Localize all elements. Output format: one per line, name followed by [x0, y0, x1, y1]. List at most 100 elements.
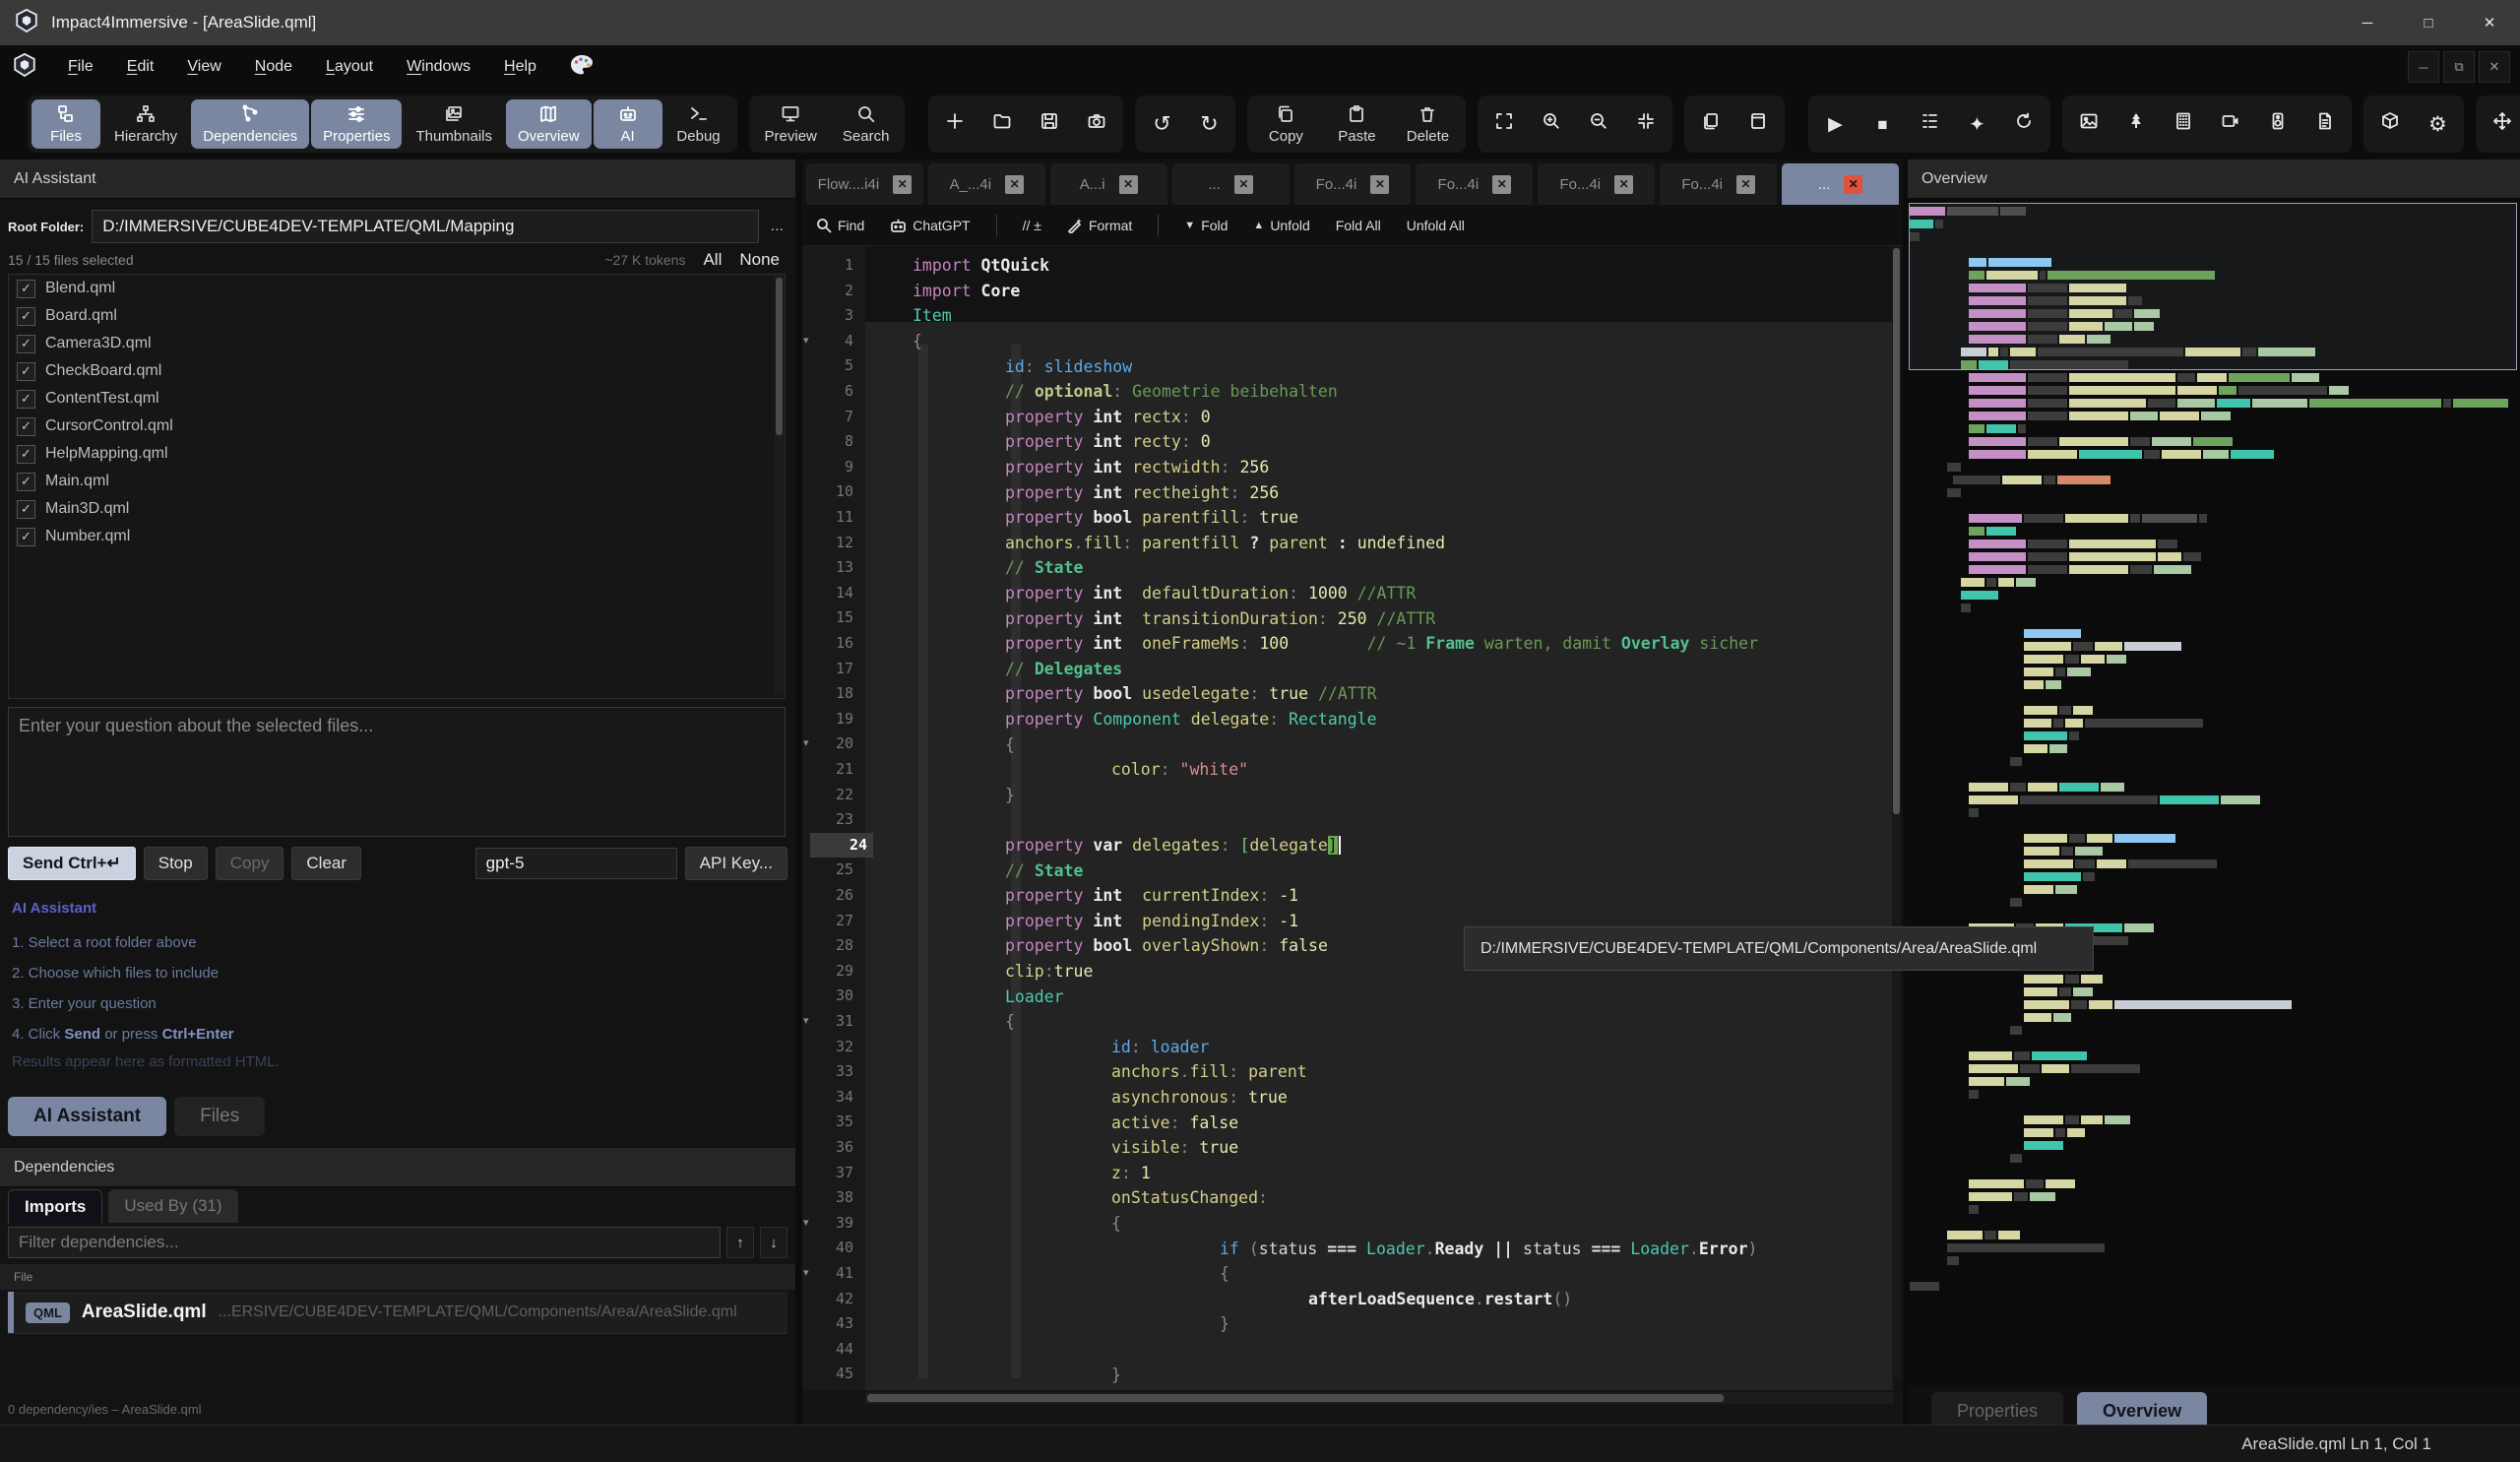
toggle-thumbnails[interactable]: Thumbnails: [404, 99, 504, 149]
browse-folder-button[interactable]: ...: [767, 218, 788, 235]
file-checkbox[interactable]: ✓: [17, 335, 35, 353]
preview-button[interactable]: Preview: [753, 99, 829, 149]
code-area[interactable]: 1234▾567891011121314151617181920▾2122232…: [802, 246, 1903, 1390]
select-none-link[interactable]: None: [739, 250, 780, 270]
file-checkbox[interactable]: ✓: [17, 417, 35, 436]
maximize-icon[interactable]: □: [2398, 0, 2459, 45]
menu-layout[interactable]: Layout: [309, 58, 390, 76]
chatgpt-button[interactable]: ChatGPT: [890, 218, 970, 233]
fold-all-button[interactable]: Fold All: [1336, 218, 1381, 233]
folder-button[interactable]: [979, 99, 1025, 149]
mdi-close-icon[interactable]: ✕: [2479, 51, 2510, 83]
find-button[interactable]: Find: [816, 218, 864, 233]
file-checkbox[interactable]: ✓: [17, 445, 35, 464]
toggle-comment-button[interactable]: // ±: [1023, 218, 1041, 233]
unfold-button[interactable]: ▲Unfold: [1253, 218, 1309, 233]
tab-used-by-31-[interactable]: Used By (31): [108, 1189, 237, 1223]
outline-button[interactable]: [1907, 99, 1952, 149]
editor-tab[interactable]: A...i✕: [1050, 163, 1167, 205]
editor-tab[interactable]: ...✕: [1172, 163, 1290, 205]
file-list-item[interactable]: ✓CheckBoard.qml: [9, 357, 785, 385]
editor-tab[interactable]: Fo...4i✕: [1660, 163, 1777, 205]
file-checkbox[interactable]: ✓: [17, 528, 35, 546]
menu-view[interactable]: View: [170, 58, 237, 76]
collapse-button[interactable]: [1623, 99, 1669, 149]
stop-button[interactable]: ■: [1859, 99, 1905, 149]
copy-button[interactable]: Copy: [1251, 99, 1320, 149]
root-folder-input[interactable]: D:/IMMERSIVE/CUBE4DEV-TEMPLATE/QML/Mappi…: [92, 210, 758, 243]
gear-button[interactable]: ⚙: [2415, 99, 2460, 149]
file-checkbox[interactable]: ✓: [17, 362, 35, 381]
file-list-item[interactable]: ✓Main.qml: [9, 468, 785, 495]
tab-close-icon[interactable]: ✕: [1844, 175, 1862, 194]
send-button[interactable]: Send Ctrl+↵: [8, 847, 136, 880]
editor-tab[interactable]: Fo...4i✕: [1538, 163, 1655, 205]
video-button[interactable]: [2208, 99, 2253, 149]
minimize-icon[interactable]: ─: [2337, 0, 2398, 45]
toggle-debug[interactable]: Debug: [664, 99, 733, 149]
paste-button[interactable]: Paste: [1322, 99, 1391, 149]
clear-button[interactable]: Clear: [291, 847, 361, 880]
save-button[interactable]: [1027, 99, 1072, 149]
file-list-item[interactable]: ✓Main3D.qml: [9, 495, 785, 523]
api-key-button[interactable]: API Key...: [685, 847, 788, 880]
palette-icon[interactable]: [553, 54, 610, 81]
editor-tab[interactable]: ...✕: [1782, 163, 1899, 205]
close-icon[interactable]: ✕: [2459, 0, 2520, 45]
tab-close-icon[interactable]: ✕: [1492, 175, 1511, 194]
format-button[interactable]: Format: [1067, 218, 1132, 233]
toggle-ai[interactable]: AI: [594, 99, 662, 149]
menu-help[interactable]: Help: [487, 58, 553, 76]
image-button[interactable]: [2066, 99, 2111, 149]
file-list-item[interactable]: ✓Blend.qml: [9, 275, 785, 302]
mdi-minimize-icon[interactable]: ─: [2408, 51, 2439, 83]
pine-button[interactable]: [2113, 99, 2159, 149]
fold-arrow-icon[interactable]: ▾: [803, 329, 809, 354]
toggle-dependencies[interactable]: Dependencies: [191, 99, 309, 149]
file-list-item[interactable]: ✓ContentTest.qml: [9, 385, 785, 413]
plus-button[interactable]: [932, 99, 977, 149]
select-all-link[interactable]: All: [703, 250, 722, 270]
model-input[interactable]: gpt-5: [475, 848, 677, 879]
question-textarea[interactable]: Enter your question about the selected f…: [8, 707, 786, 837]
tab-close-icon[interactable]: ✕: [1370, 175, 1389, 194]
filter-dependencies-input[interactable]: Filter dependencies...: [8, 1227, 721, 1258]
sort-descending-icon[interactable]: ↓: [760, 1227, 788, 1258]
fold-arrow-icon[interactable]: ▾: [803, 1211, 809, 1237]
file-list-item[interactable]: ✓CursorControl.qml: [9, 413, 785, 440]
speaker-button[interactable]: [2255, 99, 2300, 149]
zoom-out-button[interactable]: [1576, 99, 1621, 149]
cube-button[interactable]: [2367, 99, 2413, 149]
camera-button[interactable]: [1074, 99, 1119, 149]
editor-horizontal-scrollbar[interactable]: [865, 1392, 1893, 1404]
editor-tab[interactable]: Fo...4i✕: [1294, 163, 1412, 205]
menu-windows[interactable]: Windows: [390, 58, 487, 76]
mdi-restore-icon[interactable]: ⧉: [2443, 51, 2475, 83]
search-button[interactable]: Search: [831, 99, 902, 149]
doc-button[interactable]: [2302, 99, 2348, 149]
file-list-item[interactable]: ✓Camera3D.qml: [9, 330, 785, 357]
play-button[interactable]: ▶: [1812, 99, 1858, 149]
editor-tab[interactable]: Flow....i4i✕: [806, 163, 923, 205]
tab-files[interactable]: Files: [174, 1097, 265, 1136]
tab-close-icon[interactable]: ✕: [1234, 175, 1253, 194]
win-multi-button[interactable]: [1688, 99, 1733, 149]
tab-close-icon[interactable]: ✕: [1614, 175, 1633, 194]
dependency-row[interactable]: QML AreaSlide.qml ...ERSIVE/CUBE4DEV-TEM…: [8, 1292, 788, 1334]
sort-ascending-icon[interactable]: ↑: [726, 1227, 754, 1258]
menu-node[interactable]: Node: [238, 58, 309, 76]
file-checkbox[interactable]: ✓: [17, 307, 35, 326]
win-single-button[interactable]: [1735, 99, 1781, 149]
fold-arrow-icon[interactable]: ▾: [803, 1261, 809, 1287]
file-checkbox[interactable]: ✓: [17, 500, 35, 519]
toggle-properties[interactable]: Properties: [311, 99, 402, 149]
undo-button[interactable]: ↺: [1139, 99, 1184, 149]
file-checkbox[interactable]: ✓: [17, 390, 35, 409]
copy-button[interactable]: Copy: [216, 847, 284, 880]
file-list-item[interactable]: ✓HelpMapping.qml: [9, 440, 785, 468]
delete-button[interactable]: Delete: [1393, 99, 1462, 149]
redo-button[interactable]: ↻: [1186, 99, 1231, 149]
tab-close-icon[interactable]: ✕: [1736, 175, 1755, 194]
toggle-hierarchy[interactable]: Hierarchy: [102, 99, 189, 149]
toggle-overview[interactable]: Overview: [506, 99, 592, 149]
